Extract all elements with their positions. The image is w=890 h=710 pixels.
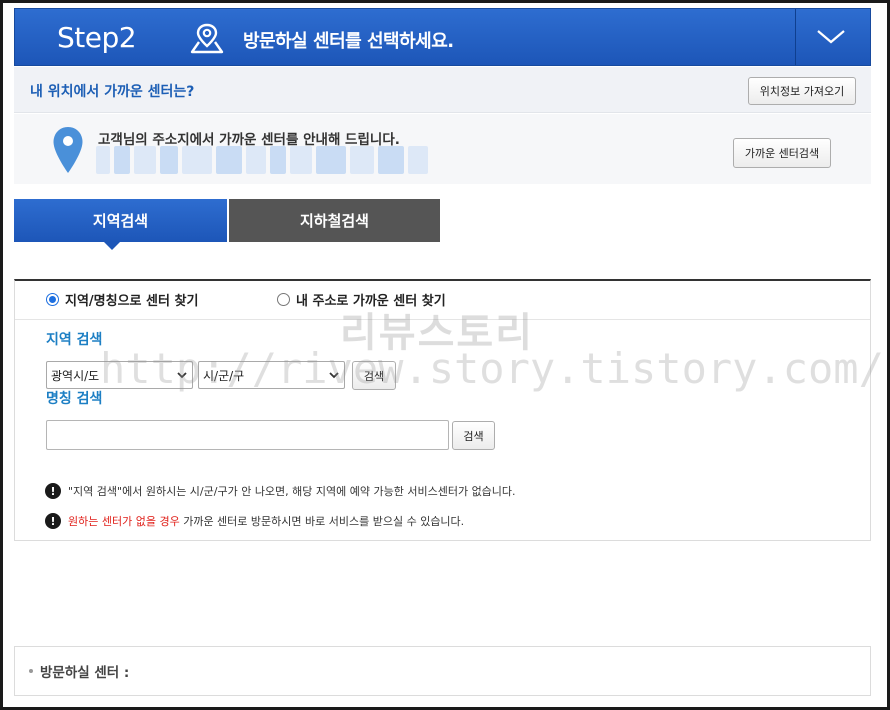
get-location-button[interactable]: 위치정보 가져오기 bbox=[748, 77, 856, 105]
name-search-button[interactable]: 검색 bbox=[452, 421, 495, 450]
header-divider bbox=[795, 9, 796, 65]
blurred-address bbox=[96, 146, 428, 174]
province-select-value: 광역시/도 bbox=[51, 368, 100, 383]
notice-text: "지역 검색"에서 원하시는 시/군/구가 안 나오면, 해당 지역에 예약 가… bbox=[68, 485, 516, 498]
step-label: Step2 bbox=[57, 21, 137, 54]
address-panel: 고객님의 주소지에서 가까운 센터를 안내해 드립니다. 가까운 센터검색 bbox=[14, 114, 871, 184]
radio-label: 지역/명칭으로 센터 찾기 bbox=[65, 294, 199, 309]
notice-highlight: 원하는 센터가 없을 경우 bbox=[68, 515, 180, 528]
address-notice: 고객님의 주소지에서 가까운 센터를 안내해 드립니다. bbox=[98, 132, 400, 148]
nearby-center-search-button[interactable]: 가까운 센터검색 bbox=[733, 138, 831, 168]
exclamation-icon: ! bbox=[45, 483, 61, 499]
location-pin-icon bbox=[190, 23, 224, 54]
exclamation-icon: ! bbox=[45, 513, 61, 529]
header-title: 방문하실 센터를 선택하세요. bbox=[243, 31, 454, 52]
radio-button[interactable] bbox=[46, 293, 59, 306]
selected-center-box: 방문하실 센터 : bbox=[14, 646, 871, 696]
nearby-title: 내 위치에서 가까운 센터는? bbox=[30, 84, 195, 100]
name-search-input[interactable] bbox=[46, 420, 449, 450]
tab-region-search[interactable]: 지역검색 bbox=[14, 199, 227, 242]
map-pin-icon bbox=[53, 127, 83, 173]
bullet bbox=[29, 669, 33, 673]
step-header: Step2 방문하실 센터를 선택하세요. bbox=[14, 8, 871, 66]
notice-no-center: ! 원하는 센터가 없을 경우 가까운 센터로 방문하시면 바로 서비스를 받으… bbox=[45, 513, 464, 529]
radio-button[interactable] bbox=[277, 293, 290, 306]
notice-text: 원하는 센터가 없을 경우 가까운 센터로 방문하시면 바로 서비스를 받으실 … bbox=[68, 513, 464, 529]
notice-rest: 가까운 센터로 방문하시면 바로 서비스를 받으실 수 있습니다. bbox=[179, 515, 465, 528]
region-search-label: 지역 검색 bbox=[46, 332, 103, 348]
chevron-down-icon[interactable] bbox=[815, 23, 847, 49]
radio-region-name[interactable]: 지역/명칭으로 센터 찾기 bbox=[46, 290, 198, 309]
tab-subway-search[interactable]: 지하철검색 bbox=[229, 199, 440, 242]
active-tab-indicator bbox=[104, 242, 120, 250]
name-search-label: 명칭 검색 bbox=[46, 391, 103, 407]
nearby-location-bar: 내 위치에서 가까운 센터는? 위치정보 가져오기 bbox=[14, 67, 871, 113]
watermark-url: http://rivew.story.tistory.com/ bbox=[100, 344, 884, 393]
selected-center-label: 방문하실 센터 : bbox=[40, 665, 130, 681]
notice-no-region: ! "지역 검색"에서 원하시는 시/군/구가 안 나오면, 해당 지역에 예약… bbox=[45, 483, 516, 499]
